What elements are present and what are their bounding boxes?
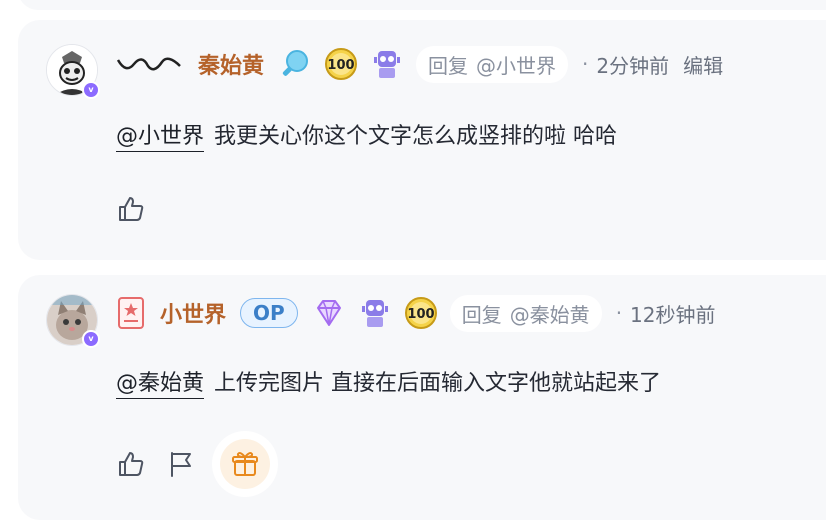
level-badge-icon — [118, 297, 144, 329]
comment-content: @小世界 我更关心你这个文字怎么成竖排的啦 哈哈 — [116, 118, 618, 152]
reply-label: 回复 — [461, 302, 502, 327]
edit-button[interactable]: 编辑 — [683, 50, 723, 79]
svg-text:100: 100 — [407, 307, 434, 322]
comment-actions — [116, 431, 278, 497]
reply-target[interactable]: 回复 @小世界 — [416, 45, 569, 83]
vip-icon: v — [82, 81, 100, 99]
comment-card: v 秦始黄 100 回复 @小世界 · 2分钟前 编辑 @小世界 我更关心你这个… — [18, 20, 826, 260]
reply-target-name: @小世界 — [476, 53, 557, 78]
robot-badge-icon — [374, 51, 401, 78]
timestamp: 12秒钟前 — [630, 302, 716, 327]
squiggle-logo-icon — [116, 57, 181, 71]
gift-button[interactable] — [212, 431, 278, 497]
hundred-badge-icon: 100 — [404, 297, 437, 329]
comment-actions — [116, 194, 166, 224]
comment-meta: 秦始黄 100 回复 @小世界 · 2分钟前 编辑 — [116, 44, 723, 84]
vip-icon: v — [82, 330, 100, 348]
robot-badge-icon — [361, 300, 388, 327]
svg-text:100: 100 — [327, 58, 354, 73]
comment-meta: 小世界 OP 100 回复 @秦始黄 · 12秒钟前 — [116, 293, 730, 333]
comment-text: 我更关心你这个文字怎么成竖排的啦 哈哈 — [214, 124, 618, 149]
separator-dot: · — [582, 52, 589, 76]
magnifier-badge-icon — [282, 50, 309, 76]
gift-button-bg — [220, 439, 270, 489]
reply-target-name: @秦始黄 — [509, 302, 590, 327]
mention-link[interactable]: @小世界 — [116, 124, 205, 152]
hundred-badge-icon: 100 — [325, 48, 358, 80]
thumbs-up-icon[interactable] — [116, 449, 146, 479]
op-badge: OP — [240, 298, 298, 328]
previous-comment-card — [18, 0, 826, 10]
comment-content: @秦始黄 上传完图片 直接在后面输入文字他就站起来了 — [116, 365, 662, 399]
comment-card: v 小世界 OP 100 回复 @秦始黄 · 12秒钟前 @秦始黄 上传完图片 … — [18, 275, 826, 520]
username[interactable]: 秦始黄 — [198, 48, 264, 80]
username[interactable]: 小世界 — [160, 297, 226, 329]
timestamp: 2分钟前 — [596, 53, 670, 78]
gift-icon — [232, 452, 258, 476]
mention-link[interactable]: @秦始黄 — [116, 371, 205, 399]
comment-text: 上传完图片 直接在后面输入文字他就站起来了 — [214, 371, 662, 396]
thumbs-up-icon[interactable] — [116, 194, 146, 224]
flag-icon[interactable] — [166, 449, 196, 479]
diamond-badge-icon — [316, 300, 341, 326]
separator-dot: · — [615, 301, 623, 325]
reply-target[interactable]: 回复 @秦始黄 — [449, 294, 602, 332]
reply-label: 回复 — [428, 53, 469, 78]
